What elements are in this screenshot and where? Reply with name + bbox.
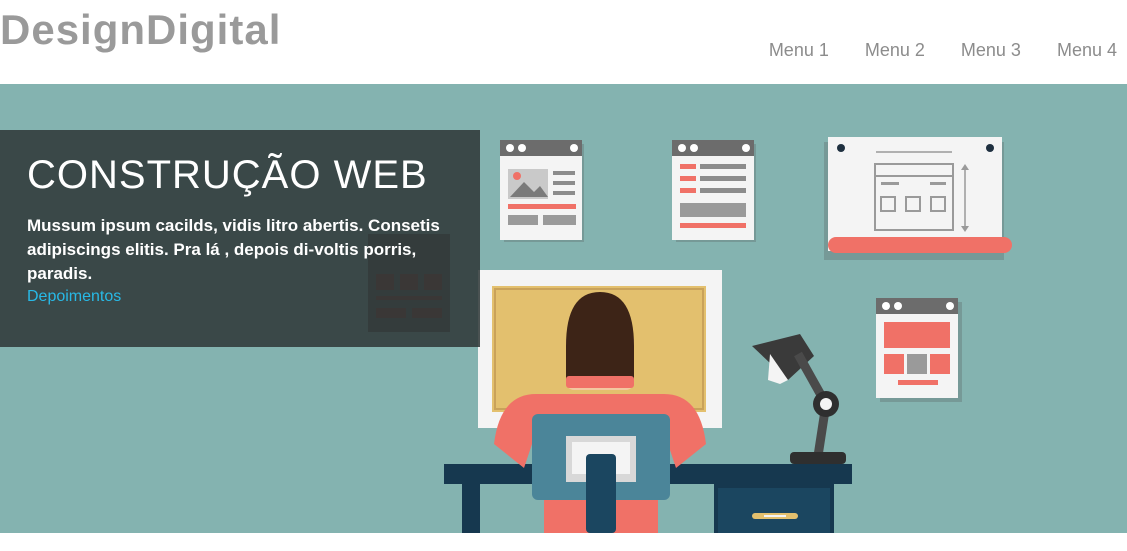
hero-title: CONSTRUÇÃO WEB	[27, 153, 428, 197]
web-layout-icon	[876, 298, 962, 402]
nav-menu-3[interactable]: Menu 3	[961, 40, 1021, 60]
hero-text: Mussum ipsum cacilds, vidis litro aberti…	[27, 216, 440, 283]
hero-caption: CONSTRUÇÃO WEB Mussum ipsum cacilds, vid…	[0, 130, 480, 347]
browser-window-icon	[500, 140, 584, 242]
site-logo[interactable]: DesignDigital	[0, 6, 281, 54]
document-icon	[672, 140, 756, 242]
depoimentos-link[interactable]: Depoimentos	[27, 288, 121, 306]
nav-menu-4[interactable]: Menu 4	[1057, 40, 1117, 60]
site-header: DesignDigital Menu 1 Menu 2 Menu 3 Menu …	[0, 0, 1127, 84]
hero-banner: CONSTRUÇÃO WEB Mussum ipsum cacilds, vid…	[0, 84, 1127, 533]
main-nav: Menu 1 Menu 2 Menu 3 Menu 4	[733, 40, 1117, 60]
desk-lamp-icon	[752, 334, 846, 464]
nav-menu-1[interactable]: Menu 1	[769, 40, 829, 60]
nav-menu-2[interactable]: Menu 2	[865, 40, 925, 60]
blueprint-icon	[824, 137, 1012, 260]
bottom-strip	[0, 533, 1127, 551]
